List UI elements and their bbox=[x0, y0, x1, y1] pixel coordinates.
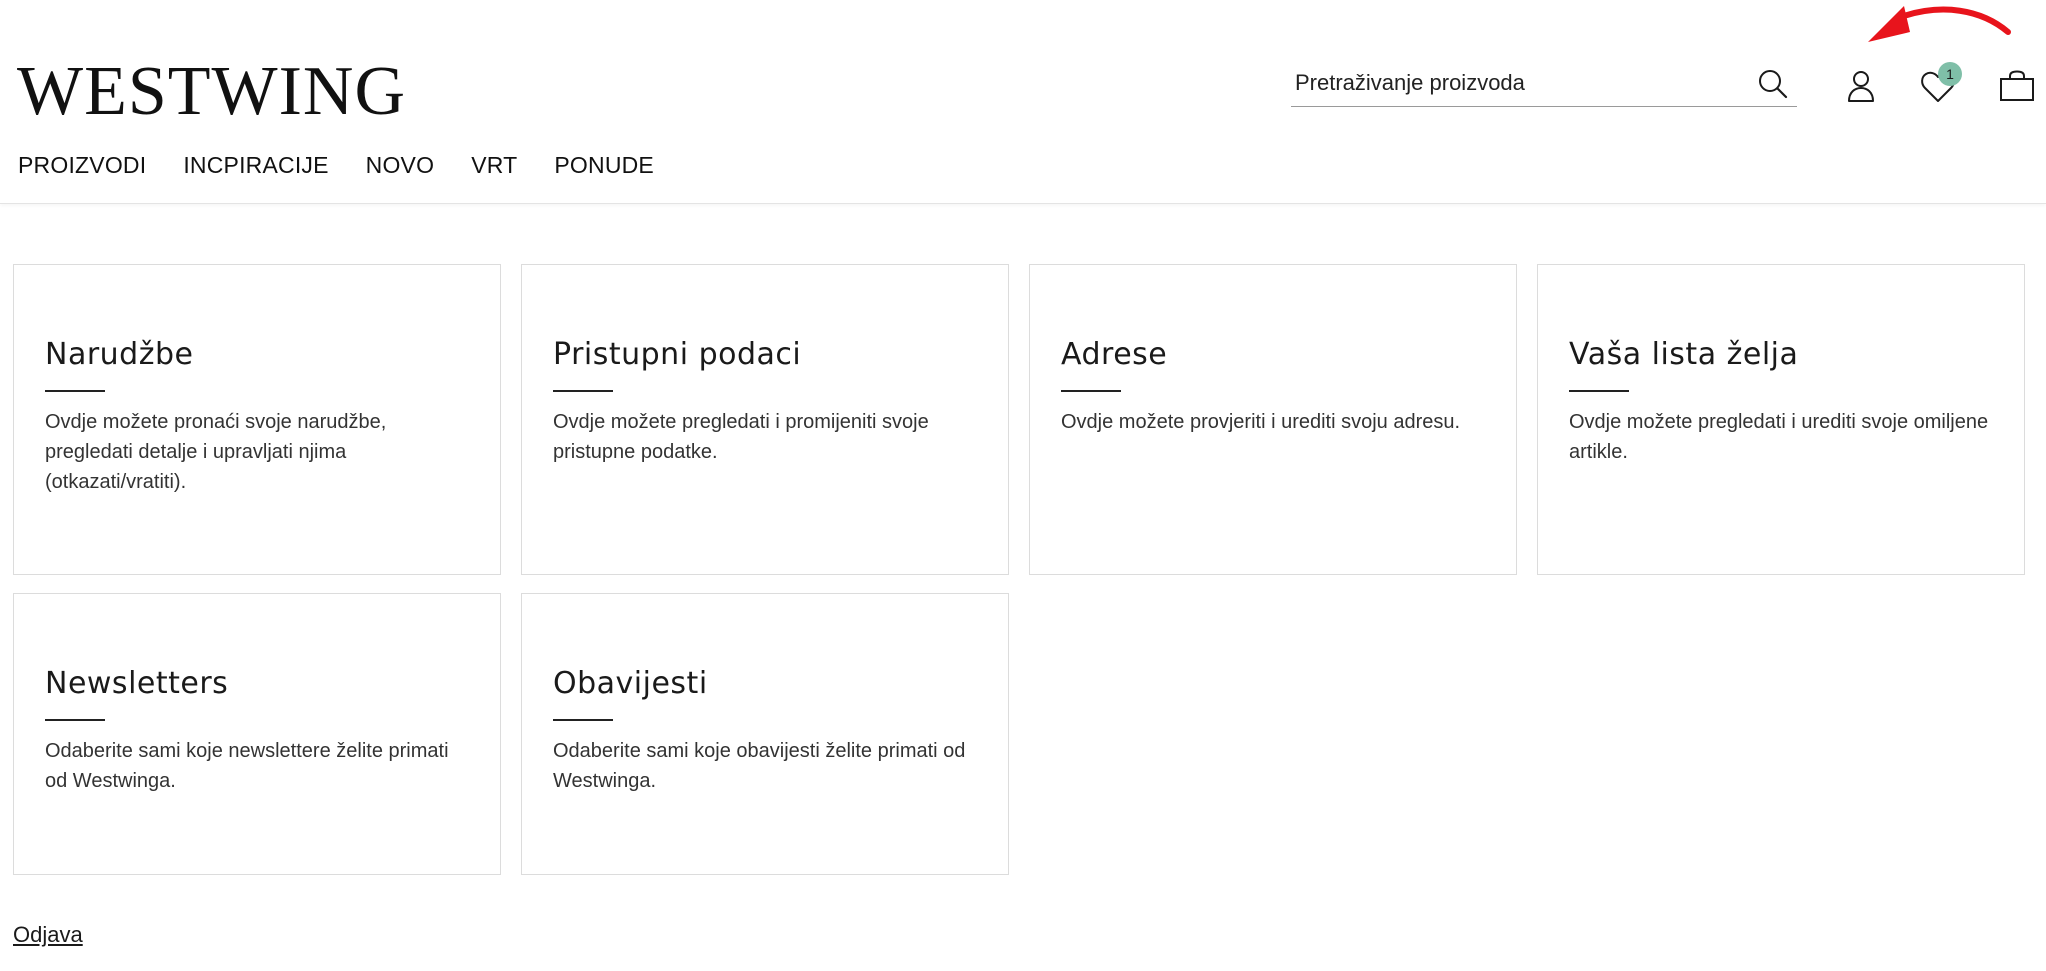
card-title: Adrese bbox=[1061, 337, 1168, 372]
search-icon[interactable] bbox=[1757, 68, 1789, 100]
card-description: Odaberite sami koje obavijesti želite pr… bbox=[553, 740, 966, 792]
card-description: Ovdje možete provjeriti i urediti svoju … bbox=[1061, 411, 1461, 433]
card-title: Newsletters bbox=[45, 666, 229, 701]
site-header: WESTWING 1 PROIZVODI INCPIRACIJE NOVO bbox=[0, 0, 2046, 204]
search-bar bbox=[1291, 62, 1797, 107]
divider bbox=[45, 719, 105, 721]
card-newsletters[interactable]: Newsletters Odaberite sami koje newslett… bbox=[13, 593, 501, 875]
divider bbox=[553, 390, 613, 392]
card-notifications[interactable]: Obavijesti Odaberite sami koje obavijest… bbox=[521, 593, 1009, 875]
nav-item-novo[interactable]: NOVO bbox=[366, 152, 435, 179]
divider bbox=[1061, 390, 1121, 392]
main-nav: PROIZVODI INCPIRACIJE NOVO VRT PONUDE bbox=[18, 152, 691, 179]
westwing-logo[interactable]: WESTWING bbox=[17, 52, 406, 132]
card-title: Vaša lista želja bbox=[1569, 337, 1799, 372]
annotation-arrow-icon bbox=[1868, 6, 2011, 42]
divider bbox=[45, 390, 105, 392]
nav-item-ponude[interactable]: PONUDE bbox=[554, 152, 654, 179]
card-orders[interactable]: Narudžbe Ovdje možete pronaći svoje naru… bbox=[13, 264, 501, 575]
card-description: Odaberite sami koje newslettere želite p… bbox=[45, 740, 449, 792]
card-description: Ovdje možete pregledati i promijeniti sv… bbox=[553, 411, 929, 463]
card-description: Ovdje možete pronaći svoje narudžbe, pre… bbox=[45, 411, 387, 493]
search-input[interactable] bbox=[1295, 64, 1735, 102]
nav-item-vrt[interactable]: VRT bbox=[471, 152, 517, 179]
card-login-data[interactable]: Pristupni podaci Ovdje možete pregledati… bbox=[521, 264, 1009, 575]
nav-item-proizvodi[interactable]: PROIZVODI bbox=[18, 152, 146, 179]
divider bbox=[553, 719, 613, 721]
user-icon[interactable] bbox=[1843, 68, 1879, 104]
divider bbox=[1569, 390, 1629, 392]
wishlist-count-badge: 1 bbox=[1938, 62, 1962, 86]
card-title: Narudžbe bbox=[45, 337, 194, 372]
bag-icon[interactable] bbox=[1999, 70, 2035, 106]
card-description: Ovdje možete pregledati i urediti svoje … bbox=[1569, 411, 1989, 463]
card-wishlist[interactable]: Vaša lista želja Ovdje možete pregledati… bbox=[1537, 264, 2025, 575]
nav-item-incpiracije[interactable]: INCPIRACIJE bbox=[183, 152, 328, 179]
logout-link[interactable]: Odjava bbox=[13, 922, 83, 948]
card-title: Pristupni podaci bbox=[553, 337, 802, 372]
card-title: Obavijesti bbox=[553, 666, 708, 701]
card-addresses[interactable]: Adrese Ovdje možete provjeriti i urediti… bbox=[1029, 264, 1517, 575]
